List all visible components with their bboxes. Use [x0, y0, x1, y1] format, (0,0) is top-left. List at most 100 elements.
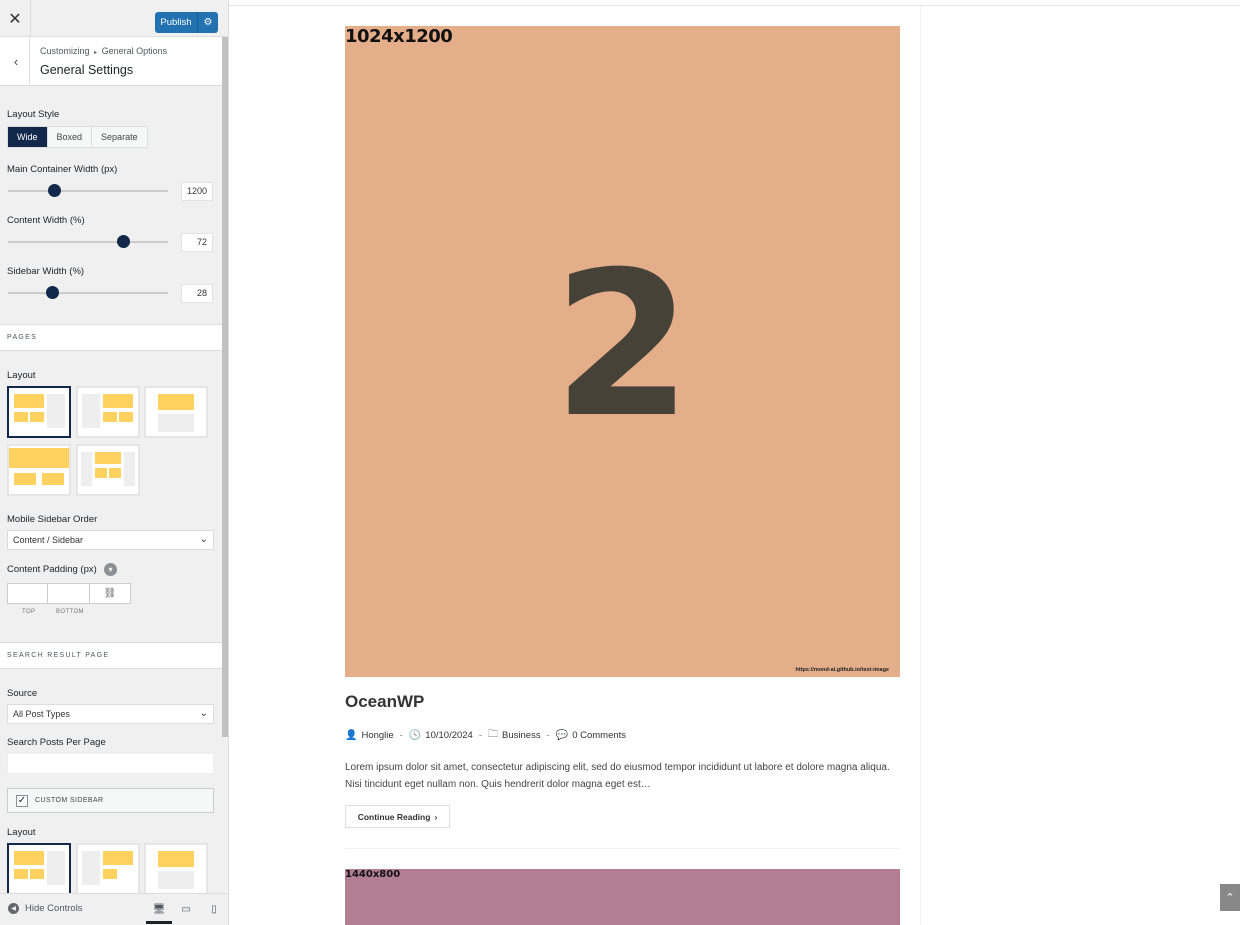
folder-icon: 🗀	[488, 729, 499, 740]
source-label: Source	[7, 688, 38, 699]
content-width-label: Content Width (%)	[7, 215, 85, 226]
post-comments[interactable]: 0 Comments	[572, 730, 626, 741]
customizer-topbar: ✕ Publish ⚙	[0, 0, 228, 37]
hide-controls-label: Hide Controls	[25, 903, 83, 914]
continue-reading-label: Continue Reading	[357, 811, 431, 822]
custom-sidebar-row[interactable]: ✓ CUSTOM SIDEBAR	[7, 788, 214, 813]
layout-option-full-width[interactable]	[144, 386, 208, 438]
layout-style-label: Layout Style	[7, 109, 60, 120]
layout-style-selector: Wide Boxed Separate	[7, 126, 148, 148]
source-select[interactable]: All Post Types ⌄	[7, 704, 214, 724]
scroll-to-top-button[interactable]: ⌃	[1220, 884, 1240, 911]
main-container-width-slider[interactable]	[8, 184, 168, 197]
layout-style-boxed[interactable]: Boxed	[48, 127, 93, 147]
post-author[interactable]: Honglie	[361, 730, 393, 741]
content-padding-label: Content Padding (px)	[7, 564, 97, 575]
mobile-icon: ▯	[211, 903, 217, 915]
back-button[interactable]: ‹	[0, 37, 30, 85]
padding-bottom-input[interactable]	[47, 583, 90, 604]
padding-top-caption: TOP	[22, 609, 36, 615]
main-container-width-input[interactable]: 1200	[181, 182, 213, 201]
site-preview: 1024x1200 2 https://mond-al.github.io/te…	[229, 0, 1240, 925]
next-featured-image[interactable]: 1440x800	[345, 869, 900, 925]
desktop-preview-button[interactable]: 🖥	[146, 902, 172, 924]
mobile-preview-button[interactable]: ▯	[207, 902, 221, 916]
chevron-right-icon: ›	[434, 811, 438, 822]
post-excerpt: Lorem ipsum dolor sit amet, consectetur …	[345, 762, 890, 790]
chevron-up-icon: ⌃	[1225, 892, 1235, 904]
hide-controls-button[interactable]: ◀ Hide Controls	[8, 903, 83, 914]
slider-handle[interactable]	[116, 235, 130, 248]
search-posts-per-page-input[interactable]	[7, 753, 214, 774]
close-customizer-button[interactable]: ✕	[0, 0, 31, 37]
chevron-down-icon: ⌄	[199, 708, 208, 719]
continue-reading-button[interactable]: Continue Reading ›	[345, 805, 450, 828]
layout-style-wide[interactable]: Wide	[8, 127, 48, 147]
post-divider	[345, 848, 900, 849]
breadcrumb-separator: ▸	[94, 50, 98, 56]
user-icon: 👤	[345, 730, 358, 741]
breadcrumb-current: General Options	[101, 46, 168, 56]
image-number: 2	[552, 229, 693, 462]
content-width-slider[interactable]	[8, 235, 168, 248]
clock-icon: 🕓	[408, 730, 422, 741]
search-layout-option-full-width[interactable]	[144, 843, 208, 895]
custom-sidebar-checkbox[interactable]: ✓	[16, 795, 28, 807]
search-band-title: SEARCH RESULT PAGE	[7, 652, 110, 659]
panel-scrollbar[interactable]	[222, 37, 228, 737]
meta-separator: -	[546, 730, 550, 741]
publish-button[interactable]: Publish	[155, 12, 198, 33]
sidebar-divider	[920, 6, 921, 925]
responsive-toggle-icon[interactable]: ▾	[104, 563, 117, 576]
search-layout-label: Layout	[7, 827, 36, 838]
collapse-arrow-icon: ◀	[8, 903, 19, 914]
section-title: General Settings	[40, 63, 134, 77]
padding-bottom-caption: BOTTOM	[56, 609, 84, 615]
main-container-width-label: Main Container Width (px)	[7, 164, 118, 175]
layout-style-separate[interactable]: Separate	[92, 127, 147, 147]
sidebar-width-slider[interactable]	[8, 286, 168, 299]
preview-top-border	[229, 5, 1240, 6]
close-icon: ✕	[8, 10, 22, 28]
mobile-sidebar-order-label: Mobile Sidebar Order	[7, 514, 98, 525]
source-value: All Post Types	[13, 709, 70, 719]
layout-option-left-sidebar[interactable]	[76, 386, 140, 438]
post-date: 10/10/2024	[425, 730, 473, 741]
search-layout-option-left-sidebar[interactable]	[76, 843, 140, 895]
gear-icon: ⚙	[203, 17, 213, 28]
mobile-sidebar-order-value: Content / Sidebar	[13, 535, 84, 545]
post-category[interactable]: Business	[502, 730, 541, 741]
sidebar-width-label: Sidebar Width (%)	[7, 266, 85, 277]
pages-band-title: PAGES	[7, 334, 38, 341]
pages-layout-label: Layout	[7, 370, 36, 381]
tablet-preview-button[interactable]: ▭	[179, 902, 193, 916]
sidebar-width-input[interactable]: 28	[181, 284, 213, 303]
slider-handle[interactable]	[46, 286, 60, 299]
mobile-sidebar-order-select[interactable]: Content / Sidebar ⌄	[7, 530, 214, 550]
search-layout-option-right-sidebar[interactable]	[7, 843, 71, 895]
slider-handle[interactable]	[47, 184, 61, 197]
image-url: https://mond-al.github.io/test-image	[795, 667, 890, 673]
padding-top-input[interactable]	[7, 583, 48, 604]
publish-group: Publish ⚙	[155, 12, 218, 33]
chevron-left-icon: ‹	[13, 53, 19, 69]
custom-sidebar-label: CUSTOM SIDEBAR	[35, 797, 104, 804]
layout-option-both-sidebars[interactable]	[76, 444, 140, 496]
post-meta: 👤 Honglie - 🕓 10/10/2024 - 🗀 Business - …	[345, 727, 626, 744]
chevron-down-icon: ⌄	[199, 534, 208, 545]
padding-link-button[interactable]: ⛓	[89, 583, 131, 604]
search-posts-per-page-label: Search Posts Per Page	[7, 737, 106, 748]
link-icon: ⛓	[103, 588, 117, 599]
content-width-input[interactable]: 72	[181, 233, 213, 252]
section-header: ‹ Customizing ▸ General Options General …	[0, 37, 222, 86]
layout-option-100-full-width[interactable]	[7, 444, 71, 496]
image-size-label: 1024x1200	[345, 26, 453, 47]
post-title[interactable]: OceanWP	[345, 692, 424, 712]
publish-settings-button[interactable]: ⚙	[198, 12, 218, 33]
next-image-size-label: 1440x800	[345, 869, 401, 880]
desktop-icon: 🖥	[152, 903, 166, 915]
layout-option-right-sidebar[interactable]	[7, 386, 71, 438]
comment-icon: 💬	[555, 730, 569, 741]
breadcrumb: Customizing ▸ General Options	[40, 46, 167, 56]
featured-image[interactable]: 1024x1200 2 https://mond-al.github.io/te…	[345, 26, 900, 677]
